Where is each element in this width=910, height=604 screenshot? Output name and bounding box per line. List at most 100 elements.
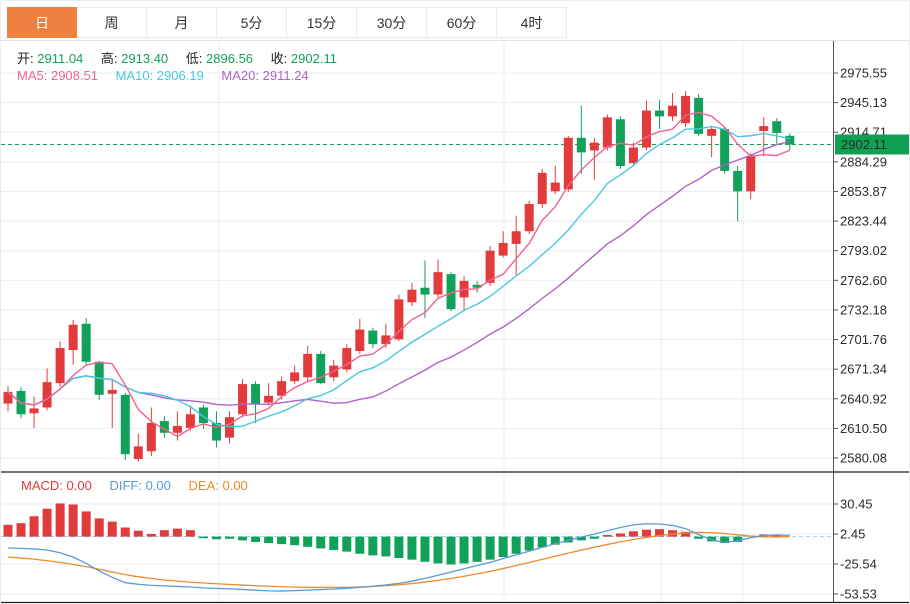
ma20-line <box>8 142 790 406</box>
candle[interactable] <box>173 426 182 433</box>
macd-histogram-bar <box>69 504 78 536</box>
axis-label: 2580.08 <box>840 451 887 466</box>
candle[interactable] <box>746 156 755 191</box>
candle[interactable] <box>381 335 390 344</box>
candle[interactable] <box>108 390 117 394</box>
candle[interactable] <box>30 408 39 413</box>
macd-histogram-bar <box>121 528 130 537</box>
candle[interactable] <box>603 117 612 147</box>
tab-day[interactable]: 日 <box>7 7 77 38</box>
candle[interactable] <box>69 325 78 350</box>
candle[interactable] <box>186 414 195 428</box>
candle[interactable] <box>512 231 521 244</box>
tab-month[interactable]: 月 <box>147 7 217 38</box>
tab-15min[interactable]: 15分 <box>287 7 357 38</box>
macd-histogram-bar <box>173 529 182 537</box>
candle[interactable] <box>251 384 260 404</box>
kline-chart[interactable]: 2975.552945.132914.712884.292853.872823.… <box>1 1 910 604</box>
macd-histogram-bar <box>499 537 508 557</box>
macd-histogram-bar <box>512 537 521 554</box>
candle[interactable] <box>199 407 208 423</box>
macd-histogram-bar <box>264 537 273 543</box>
candle[interactable] <box>368 331 377 345</box>
axis-label: 2701.76 <box>840 332 887 347</box>
candle[interactable] <box>538 173 547 204</box>
candle[interactable] <box>238 384 247 414</box>
macd-histogram-bar <box>694 537 703 539</box>
candle[interactable] <box>668 106 677 117</box>
candle[interactable] <box>499 243 508 256</box>
candle[interactable] <box>420 288 429 295</box>
axis-label: -53.53 <box>840 586 877 601</box>
macd-histogram-bar <box>82 511 91 536</box>
candle[interactable] <box>290 372 299 381</box>
macd-histogram-bar <box>368 537 377 556</box>
macd-histogram-bar <box>303 537 312 547</box>
macd-histogram-bar <box>329 537 338 550</box>
axis-label: 2853.87 <box>840 184 887 199</box>
tab-60min[interactable]: 60分 <box>427 7 497 38</box>
candle[interactable] <box>525 204 534 231</box>
candle[interactable] <box>134 446 143 459</box>
macd-histogram-bar <box>147 534 156 537</box>
axis-label: 30.45 <box>840 497 873 512</box>
tab-30min[interactable]: 30分 <box>357 7 427 38</box>
candle[interactable] <box>43 382 52 407</box>
candle[interactable] <box>707 129 716 136</box>
ma10-line <box>8 126 790 426</box>
macd-histogram-bar <box>316 537 325 549</box>
macd-histogram-bar <box>134 531 143 537</box>
macd-histogram-bar <box>30 516 39 536</box>
candle[interactable] <box>577 138 586 153</box>
macd-histogram-bar <box>473 537 482 562</box>
macd-histogram-bar <box>4 525 13 537</box>
candle[interactable] <box>121 395 130 454</box>
candle[interactable] <box>407 290 416 303</box>
macd-histogram-bar <box>407 537 416 560</box>
macd-histogram-bar <box>290 537 299 546</box>
candle[interactable] <box>264 396 273 403</box>
candle[interactable] <box>759 126 768 131</box>
macd-histogram-bar <box>43 509 52 537</box>
candle[interactable] <box>394 299 403 339</box>
candle[interactable] <box>147 423 156 451</box>
macd-histogram-bar <box>447 537 456 565</box>
candle[interactable] <box>772 121 781 133</box>
candle[interactable] <box>56 348 65 383</box>
axis-label: 2884.29 <box>840 154 887 169</box>
tab-5min[interactable]: 5分 <box>217 7 287 38</box>
macd-histogram-bar <box>186 530 195 536</box>
candle[interactable] <box>655 111 664 117</box>
kline-widget: 日 周 月 5分 15分 30分 60分 4时 2975.552945.1329… <box>0 0 910 604</box>
candle[interactable] <box>355 330 364 351</box>
axis-label: 2640.92 <box>840 391 887 406</box>
candle[interactable] <box>82 324 91 362</box>
axis-label: 2975.55 <box>840 66 887 81</box>
axis-label: 2793.02 <box>840 243 887 258</box>
candle[interactable] <box>590 143 599 151</box>
macd-histogram-bar <box>251 537 260 542</box>
macd-histogram-bar <box>629 531 638 536</box>
tab-week[interactable]: 周 <box>77 7 147 38</box>
candle[interactable] <box>785 136 794 145</box>
axis-label: 2.45 <box>840 527 865 542</box>
axis-label: -25.54 <box>840 556 877 571</box>
candle[interactable] <box>303 354 312 377</box>
axis-label: 2671.34 <box>840 362 887 377</box>
axis-label: 2762.60 <box>840 273 887 288</box>
macd-histogram-bar <box>525 537 534 551</box>
candle[interactable] <box>4 392 13 404</box>
candle[interactable] <box>433 272 442 294</box>
axis-label: 2823.44 <box>840 214 887 229</box>
macd-histogram-bar <box>420 537 429 562</box>
candle[interactable] <box>642 111 651 148</box>
candle[interactable] <box>629 148 638 164</box>
tab-4hour[interactable]: 4时 <box>497 7 567 38</box>
macd-histogram-bar <box>95 518 104 536</box>
axis-label: 2732.18 <box>840 302 887 317</box>
candle[interactable] <box>551 183 560 192</box>
macd-histogram-bar <box>56 503 65 536</box>
macd-histogram-bar <box>238 537 247 541</box>
macd-histogram-bar <box>603 535 612 537</box>
candle[interactable] <box>733 171 742 191</box>
